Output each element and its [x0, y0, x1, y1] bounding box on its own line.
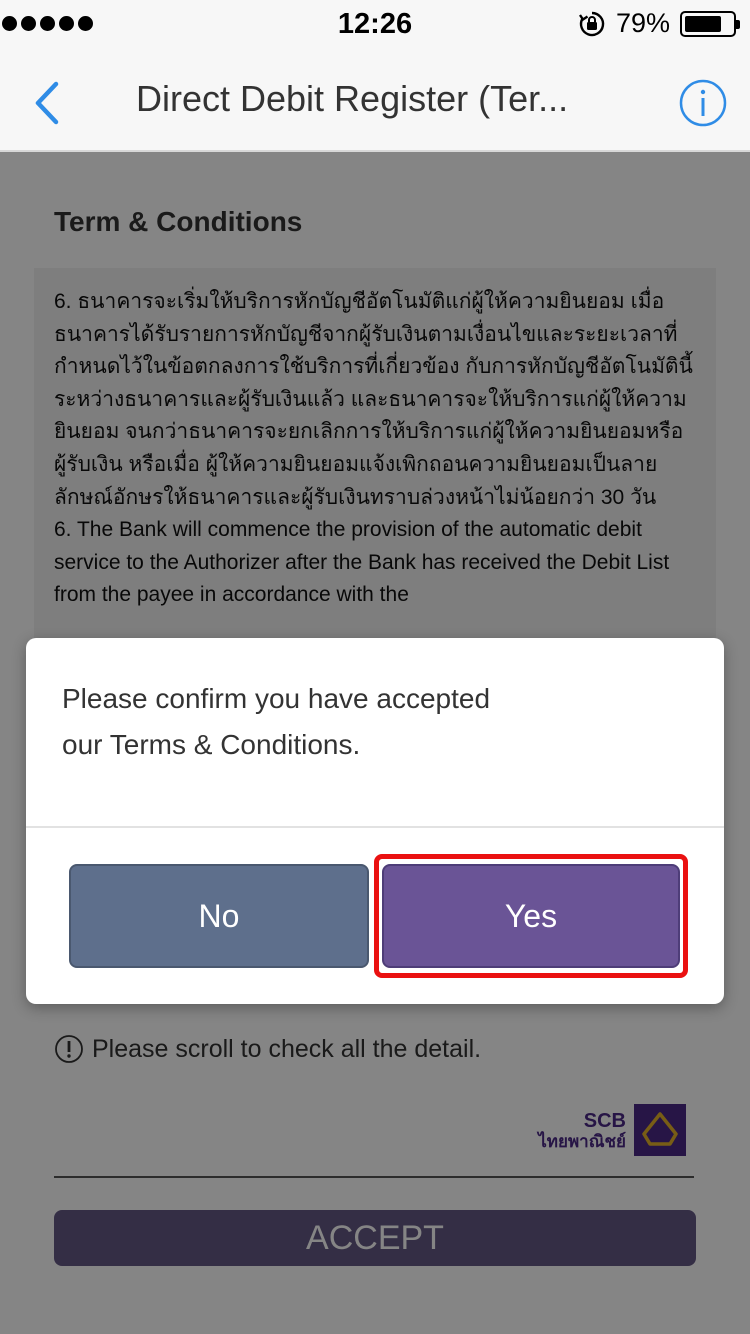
rotation-lock-icon: [578, 11, 605, 36]
dialog-message: Please confirm you have accepted our Ter…: [62, 676, 682, 768]
status-bar: 12:26 79%: [0, 0, 750, 50]
dialog-message-line2: our Terms & Conditions.: [62, 729, 361, 760]
dialog-separator: [26, 826, 724, 828]
battery-percent: 79%: [615, 8, 670, 38]
no-button[interactable]: No: [69, 864, 369, 968]
battery-icon: [680, 10, 740, 37]
yes-button[interactable]: Yes: [382, 864, 680, 968]
dialog-message-line1: Please confirm you have accepted: [62, 683, 491, 714]
back-arrow-icon[interactable]: [28, 78, 68, 128]
battery-area: 79%: [578, 8, 740, 39]
info-icon[interactable]: [678, 78, 728, 128]
battery-fill: [685, 15, 722, 32]
confirm-dialog: Please confirm you have accepted our Ter…: [26, 638, 724, 1004]
page-title: Direct Debit Register (Ter...: [136, 78, 569, 119]
nav-bar: Direct Debit Register (Ter...: [0, 50, 750, 152]
